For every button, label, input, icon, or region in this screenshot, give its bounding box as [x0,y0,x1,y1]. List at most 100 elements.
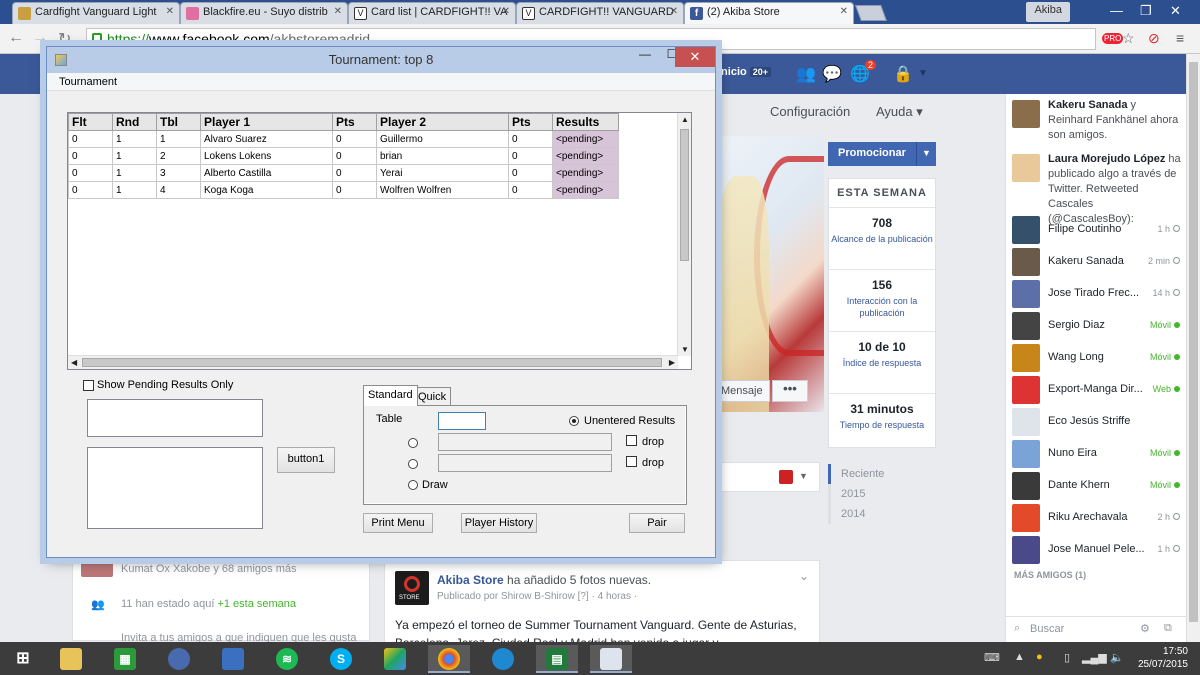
window-restore-icon[interactable]: ❐ [1140,3,1152,19]
cell-flight[interactable]: 0 [68,147,113,165]
taskbar-app[interactable] [212,645,254,673]
taskbar-skype[interactable]: S [320,645,362,673]
grid-vertical-scrollbar[interactable]: ▲ ▼ [677,113,691,356]
text-box-bottom[interactable] [87,447,263,529]
column-header[interactable]: Rnd [112,113,157,131]
scroll-right-icon[interactable]: ▶ [669,358,675,367]
scroll-left-icon[interactable]: ◀ [71,358,77,367]
dialog-titlebar[interactable]: Tournament: top 8 [47,47,715,73]
cell-table[interactable]: 2 [156,147,201,165]
column-header[interactable]: Pts [508,113,553,131]
taskbar-spotify[interactable]: ≋ [266,645,308,673]
drop-label[interactable]: drop [642,457,664,469]
table-row[interactable]: 0 1 1 Alvaro Suarez 0 Guillermo 0 <pendi… [68,130,619,148]
taskbar-app[interactable] [158,645,200,673]
cell-round[interactable]: 1 [112,130,157,148]
bookmark-star-icon[interactable]: ☆ [1122,30,1135,47]
help-link[interactable]: Ayuda ▾ [876,104,923,120]
taskbar-chrome[interactable] [428,645,470,673]
cell-player2[interactable]: Yerai [376,164,509,182]
likes-row[interactable]: Kumat Ox Xakobe y 68 amigos más [121,563,296,575]
chat-friend[interactable]: Jose Tirado Frec... 14 h [1012,280,1182,308]
table-row[interactable]: 0 1 3 Alberto Castilla 0 Yerai 0 <pendin… [68,164,619,182]
system-clock[interactable]: 17:50 25/07/2015 [1138,645,1188,671]
volume-icon[interactable]: 🔈 [1110,651,1124,664]
cell-points1[interactable]: 0 [332,147,377,165]
draw-label[interactable]: Draw [422,479,448,491]
page-thumb-icon[interactable] [779,470,793,484]
tab-quick[interactable]: Quick [413,387,452,405]
cell-player2[interactable]: brian [376,147,509,165]
chat-friend[interactable]: Wang Long Móvil [1012,344,1182,372]
show-pending-label[interactable]: Show Pending Results Only [97,379,233,391]
cell-table[interactable]: 3 [156,164,201,182]
player-history-button[interactable]: Player History [461,513,537,533]
popout-icon[interactable]: ⧉ [1164,622,1172,635]
chat-friend[interactable]: Eco Jesús Striffe [1012,408,1182,436]
cell-points2[interactable]: 0 [508,130,553,148]
settings-link[interactable]: Configuración [770,104,850,119]
adblock-icon[interactable]: ⊘ [1148,30,1160,47]
cell-round[interactable]: 1 [112,147,157,165]
column-header[interactable]: Flt [68,113,113,131]
cell-flight[interactable]: 0 [68,181,113,199]
cell-player2[interactable]: Guillermo [376,130,509,148]
browser-tab-active[interactable]: f (2) Akiba Store ✕ [684,2,854,24]
activity-item[interactable]: Kakeru Sanada y Reinhard Fankhänel ahora… [1012,98,1182,142]
start-button[interactable]: ⊞ [2,645,44,673]
cell-table[interactable]: 4 [156,181,201,199]
new-tab-button[interactable] [855,5,887,21]
tab-close-icon[interactable]: ✕ [334,6,342,17]
column-header[interactable]: Pts [332,113,377,131]
chat-friend[interactable]: Jose Manuel Pele... 1 h [1012,536,1182,564]
show-hidden-icons[interactable]: ▲ [1014,651,1025,663]
browser-tab[interactable]: V Card list | CARDFIGHT!! VA ✕ [348,2,516,24]
unentered-results-label[interactable]: Unentered Results [584,415,675,427]
button1[interactable]: button1 [277,447,335,473]
chat-friend[interactable]: Sergio Diaz Móvil [1012,312,1182,340]
chevron-down-icon[interactable]: ▼ [799,471,808,481]
year-item[interactable]: 2015 [828,484,928,504]
grid-horizontal-scrollbar[interactable]: ◀ ▶ [68,355,678,369]
taskbar-explorer[interactable] [50,645,92,673]
page-avatar[interactable]: STORE [395,571,429,605]
cell-results[interactable]: <pending> [552,181,619,199]
tab-standard[interactable]: Standard [363,385,418,406]
cell-table[interactable]: 1 [156,130,201,148]
cell-points1[interactable]: 0 [332,181,377,199]
forward-arrow-icon[interactable]: → [32,29,48,47]
taskbar-store[interactable]: ▦ [104,645,146,673]
window-minimize-icon[interactable]: — [1110,3,1123,18]
page-scrollbar[interactable] [1186,54,1200,642]
column-header[interactable]: Player 2 [376,113,509,131]
table-row[interactable]: 0 1 4 Koga Koga 0 Wolfren Wolfren 0 <pen… [68,181,619,199]
taskbar-tournament-app[interactable] [590,645,632,673]
battery-icon[interactable]: ▯ [1064,651,1070,664]
taskbar-app[interactable] [482,645,524,673]
tab-close-icon[interactable]: ✕ [166,6,174,17]
gear-icon[interactable]: ⚙ [1140,622,1150,635]
profile-user-button[interactable]: Akiba [1026,2,1070,22]
browser-tab[interactable]: V CARDFIGHT!! VANGUARD ✕ [516,2,684,24]
chat-friend[interactable]: Kakeru Sanada 2 min [1012,248,1182,276]
player1-win-radio[interactable] [408,438,418,448]
chat-friend[interactable]: Export-Manga Dir... Web [1012,376,1182,404]
unentered-results-radio[interactable] [569,416,579,426]
tab-close-icon[interactable]: ✕ [670,6,678,17]
chat-search-input[interactable]: ⌕ Buscar ⚙ ⧉ [1006,616,1187,642]
drop-label[interactable]: drop [642,436,664,448]
window-close-icon[interactable]: ✕ [1170,3,1181,19]
minimize-icon[interactable]: — [631,47,659,67]
stat-label[interactable]: Índice de respuesta [831,357,933,369]
drop-player1-checkbox[interactable] [626,435,637,446]
close-icon[interactable]: ✕ [675,47,715,67]
scroll-up-icon[interactable]: ▲ [681,115,689,124]
scroll-down-icon[interactable]: ▼ [681,345,689,354]
chevron-down-icon[interactable]: ⌄ [799,569,809,583]
account-dropdown-icon[interactable]: ▼ [918,68,928,79]
cell-results[interactable]: <pending> [552,147,619,165]
pairings-grid[interactable]: Flt Rnd Tbl Player 1 Pts Player 2 Pts Re… [67,112,692,370]
table-row[interactable]: 0 1 2 Lokens Lokens 0 brian 0 <pending> [68,147,619,165]
cell-points2[interactable]: 0 [508,181,553,199]
table-number-input[interactable] [438,412,486,430]
